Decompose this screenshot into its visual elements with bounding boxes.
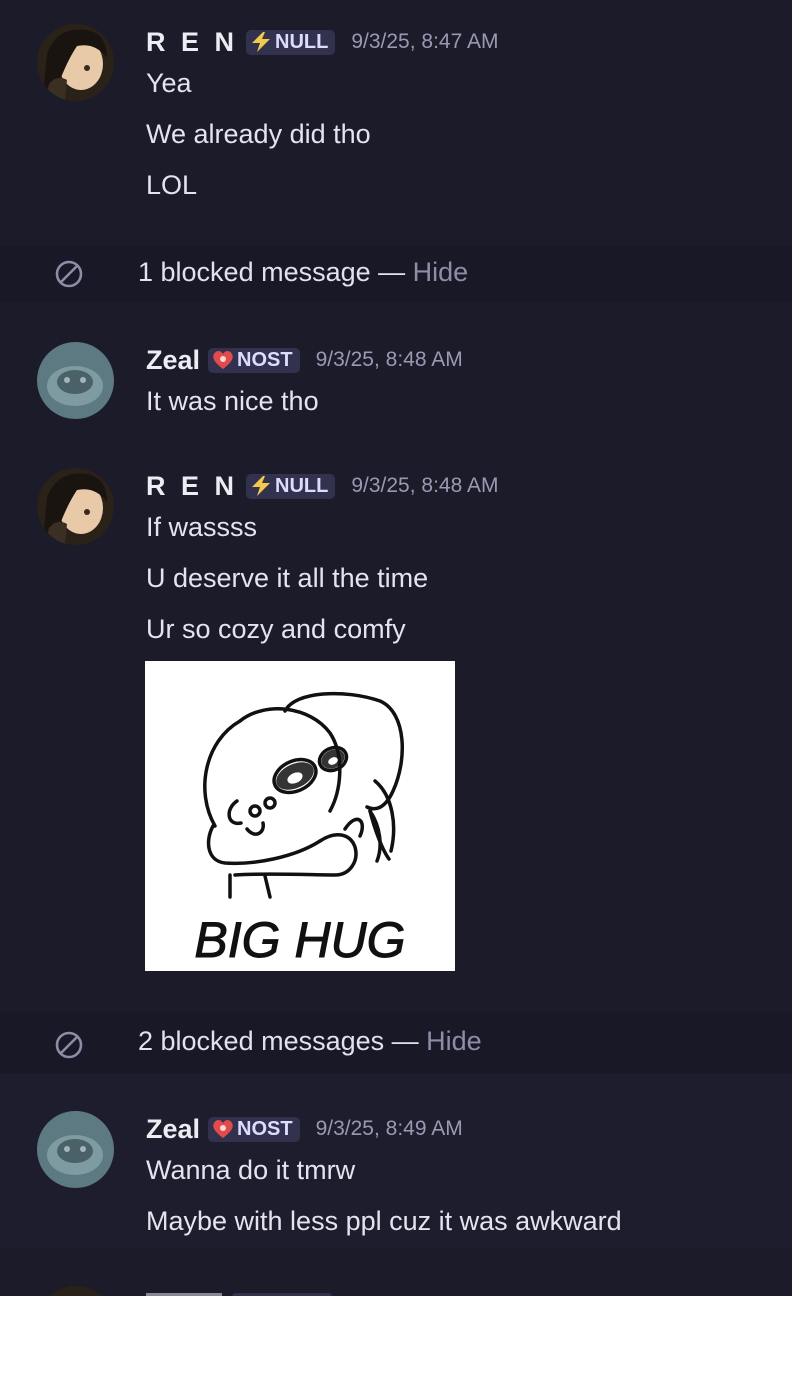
blocked-count-label: 1 blocked message —: [138, 257, 406, 287]
clan-tag-label: NOST: [237, 1117, 293, 1140]
heart-icon: [212, 1119, 234, 1139]
message-text: We already did tho: [146, 119, 371, 149]
clan-tag[interactable]: NULL: [246, 29, 336, 55]
clan-tag[interactable]: NULL: [246, 473, 336, 499]
hide-blocked-link[interactable]: Hide: [426, 1026, 482, 1056]
timestamp: 9/3/25, 8:48 AM: [351, 474, 499, 497]
heart-icon: [212, 350, 234, 370]
message-text: Wanna do it tmrw: [146, 1155, 356, 1185]
message-group-partial: [0, 1248, 792, 1296]
username[interactable]: Zeal: [146, 1114, 200, 1145]
blocked-messages-row: 1 blocked message — Hide: [0, 246, 792, 302]
message-header: Zeal NOST 9/3/25, 8:48 AM: [146, 344, 463, 376]
avatar-zeal[interactable]: [37, 342, 114, 419]
hide-blocked-link[interactable]: Hide: [413, 257, 469, 287]
message-text: Yea: [146, 68, 192, 98]
clan-tag-label: NULL: [275, 30, 329, 53]
lightning-icon: [250, 476, 272, 496]
avatar-ren[interactable]: [37, 468, 114, 545]
message-group-ren-1: R E N NULL 9/3/25, 8:47 AM Yea We alread…: [0, 0, 792, 246]
timestamp: 9/3/25, 8:48 AM: [315, 348, 463, 371]
username[interactable]: R E N: [146, 27, 238, 58]
avatar-ren[interactable]: [37, 24, 114, 101]
image-caption: BIG HUG: [194, 912, 405, 968]
message-text: If wassss: [146, 512, 258, 542]
blocked-icon: [55, 260, 83, 288]
message-header: Zeal NOST 9/3/25, 8:49 AM: [146, 1113, 463, 1145]
clan-tag[interactable]: NOST: [208, 347, 300, 373]
blocked-icon: [55, 1031, 83, 1059]
chat-view: R E N NULL 9/3/25, 8:47 AM Yea We alread…: [0, 0, 792, 1296]
blocked-messages-text: 1 blocked message — Hide: [138, 257, 468, 288]
message-text: Ur so cozy and comfy: [146, 614, 406, 644]
message-group-zeal-2: Zeal NOST 9/3/25, 8:49 AM Wanna do it tm…: [0, 1074, 792, 1248]
lightning-icon: [250, 32, 272, 52]
blocked-messages-row: 2 blocked messages — Hide: [0, 1012, 792, 1074]
clan-tag-label: NULL: [275, 474, 329, 497]
avatar-zeal[interactable]: [37, 1111, 114, 1188]
avatar-ren: [37, 1286, 114, 1296]
blocked-messages-text: 2 blocked messages — Hide: [138, 1026, 482, 1057]
timestamp: 9/3/25, 8:47 AM: [351, 30, 499, 53]
message-text: LOL: [146, 170, 198, 200]
message-text: Maybe with less ppl cuz it was awkward: [146, 1206, 622, 1236]
message-header: R E N NULL 9/3/25, 8:47 AM: [146, 26, 498, 58]
blocked-count-label: 2 blocked messages —: [138, 1026, 419, 1056]
clan-tag-label: NOST: [237, 348, 293, 371]
message-group-zeal-1: Zeal NOST 9/3/25, 8:48 AM It was nice th…: [0, 302, 792, 428]
image-attachment[interactable]: BIG HUG: [145, 661, 455, 971]
timestamp: 9/3/25, 8:49 AM: [315, 1117, 463, 1140]
username[interactable]: R E N: [146, 471, 238, 502]
message-text: It was nice tho: [146, 386, 319, 416]
clan-tag[interactable]: NOST: [208, 1116, 300, 1142]
truncated-header: [146, 1293, 332, 1296]
username[interactable]: Zeal: [146, 345, 200, 376]
message-header: R E N NULL 9/3/25, 8:48 AM: [146, 470, 498, 502]
message-text: U deserve it all the time: [146, 563, 429, 593]
